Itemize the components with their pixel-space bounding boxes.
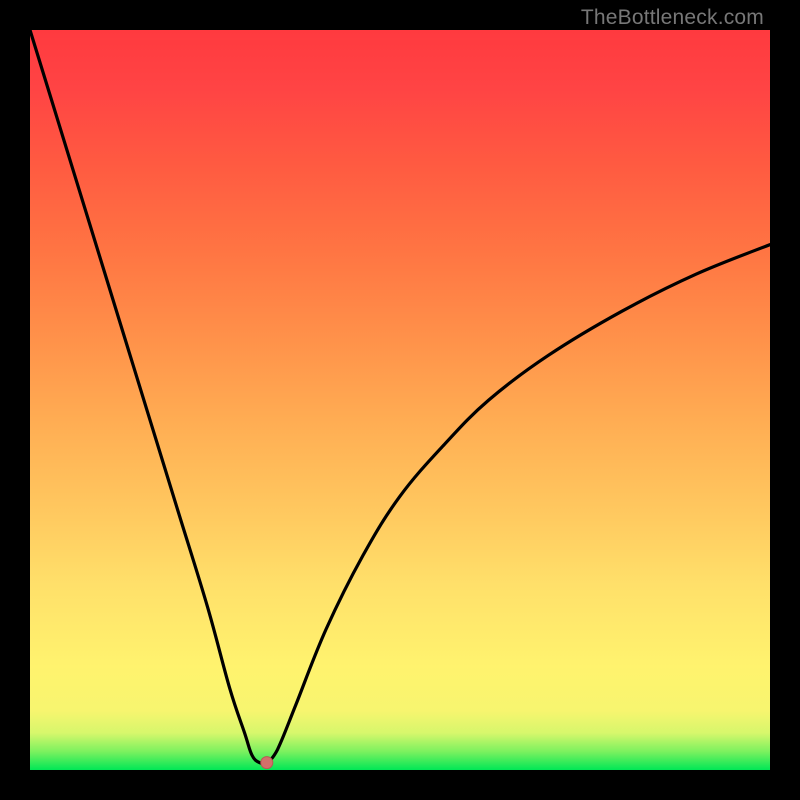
optimum-marker (261, 757, 273, 769)
chart-frame: TheBottleneck.com (0, 0, 800, 800)
curve-svg (30, 30, 770, 770)
plot-area (30, 30, 770, 770)
watermark-text: TheBottleneck.com (581, 6, 764, 30)
bottleneck-curve (30, 30, 770, 764)
